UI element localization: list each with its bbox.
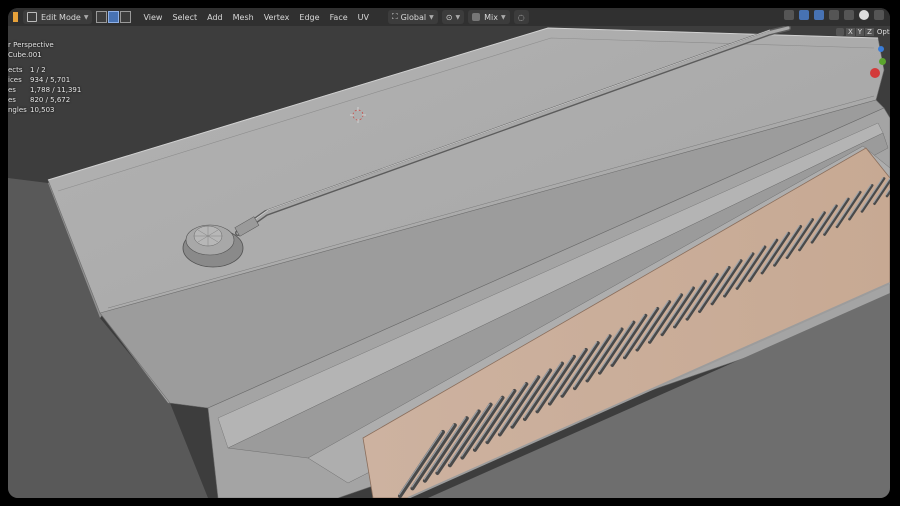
stat-label: es bbox=[8, 96, 16, 104]
blender-window: Edit Mode ▼ View Select Add Mesh Vertex … bbox=[8, 8, 890, 498]
stat-value: 1 / 2 bbox=[30, 66, 46, 74]
stat-label: ices bbox=[8, 76, 22, 84]
menu-add[interactable]: Add bbox=[204, 10, 226, 24]
snap-label: Mix bbox=[484, 12, 498, 22]
y-axis-icon[interactable] bbox=[879, 58, 886, 65]
mirror-icon bbox=[836, 28, 844, 36]
proportional-edit-button[interactable]: ◌ bbox=[513, 10, 529, 24]
viewport-3d[interactable] bbox=[8, 8, 890, 498]
proportional-edit-icon: ◌ bbox=[517, 12, 525, 22]
object-name: Cube.001 bbox=[8, 51, 42, 59]
transform-tools: ⛶ Global ▼ ⊙ ▼ Mix ▼ ◌ bbox=[388, 10, 533, 24]
viewport-stats-overlay: r Perspective Cube.001 ects 1 / 2 ices 934… bbox=[8, 40, 81, 115]
menu-vertex[interactable]: Vertex bbox=[261, 10, 293, 24]
menu-select[interactable]: Select bbox=[169, 10, 200, 24]
wireframe-shading-icon[interactable] bbox=[844, 10, 854, 20]
menu-edge[interactable]: Edge bbox=[296, 10, 322, 24]
edge-select-icon[interactable] bbox=[108, 11, 120, 23]
chevron-down-icon: ▼ bbox=[83, 13, 89, 21]
chevron-down-icon: ▼ bbox=[455, 13, 461, 21]
stat-value: 934 / 5,701 bbox=[30, 76, 71, 84]
mode-dropdown[interactable]: Edit Mode ▼ bbox=[23, 10, 93, 24]
orientation-icon: ⛶ bbox=[392, 12, 398, 21]
mirror-z-toggle[interactable]: Z bbox=[865, 28, 874, 36]
stat-label: ngles bbox=[8, 106, 27, 114]
material-shading-icon[interactable] bbox=[874, 10, 884, 20]
menu-uv[interactable]: UV bbox=[355, 10, 372, 24]
viewport-header: Edit Mode ▼ View Select Add Mesh Vertex … bbox=[8, 8, 890, 26]
options-button[interactable]: Opt bbox=[877, 28, 890, 36]
menu-mesh[interactable]: Mesh bbox=[230, 10, 257, 24]
stat-label: ects bbox=[8, 66, 23, 74]
orientation-label: Global bbox=[400, 12, 427, 22]
mode-label: Edit Mode bbox=[41, 12, 81, 22]
menu-face[interactable]: Face bbox=[327, 10, 351, 24]
overlay-toggle-icon[interactable] bbox=[814, 10, 824, 20]
gizmo-toggle-icon[interactable] bbox=[799, 10, 809, 20]
snap-dropdown[interactable]: Mix ▼ bbox=[468, 10, 510, 24]
orientation-dropdown[interactable]: ⛶ Global ▼ bbox=[388, 10, 438, 24]
mirror-y-toggle[interactable]: Y bbox=[855, 28, 865, 36]
mirror-x-toggle[interactable]: X bbox=[846, 28, 855, 36]
face-select-icon[interactable] bbox=[120, 11, 132, 23]
navigation-gizmo[interactable] bbox=[866, 44, 890, 84]
stat-label: es bbox=[8, 86, 16, 94]
stat-value: 10,503 bbox=[30, 106, 55, 114]
stat-row: es 820 / 5,672 bbox=[8, 95, 81, 105]
solid-shading-icon[interactable] bbox=[859, 10, 869, 20]
editor-type-button[interactable] bbox=[10, 10, 21, 24]
menu-view[interactable]: View bbox=[140, 10, 165, 24]
stat-row: es 1,788 / 11,391 bbox=[8, 85, 81, 95]
snap-icon bbox=[472, 13, 481, 21]
pivot-icon: ⊙ bbox=[445, 12, 453, 22]
select-mode-group bbox=[96, 11, 132, 23]
z-axis-icon[interactable] bbox=[878, 46, 884, 52]
view-name: r Perspective bbox=[8, 41, 54, 49]
x-axis-icon[interactable] bbox=[870, 68, 880, 78]
viewport-shading-tools bbox=[779, 10, 884, 20]
stat-row: ngles 10,503 bbox=[8, 105, 81, 115]
pivot-dropdown[interactable]: ⊙ ▼ bbox=[441, 10, 465, 24]
stat-row: ices 934 / 5,701 bbox=[8, 75, 81, 85]
chevron-down-icon: ▼ bbox=[500, 13, 506, 21]
editor-type-icon bbox=[13, 12, 18, 22]
stat-value: 1,788 / 11,391 bbox=[30, 86, 82, 94]
stat-value: 820 / 5,672 bbox=[30, 96, 71, 104]
mirror-axis-row: X Y Z Opt bbox=[836, 28, 890, 36]
vertex-select-icon[interactable] bbox=[96, 11, 108, 23]
xray-toggle-icon[interactable] bbox=[829, 10, 839, 20]
stat-row: ects 1 / 2 bbox=[8, 65, 81, 75]
visibility-icon[interactable] bbox=[784, 10, 794, 20]
edit-mode-icon bbox=[27, 12, 37, 22]
chevron-down-icon: ▼ bbox=[429, 13, 434, 21]
